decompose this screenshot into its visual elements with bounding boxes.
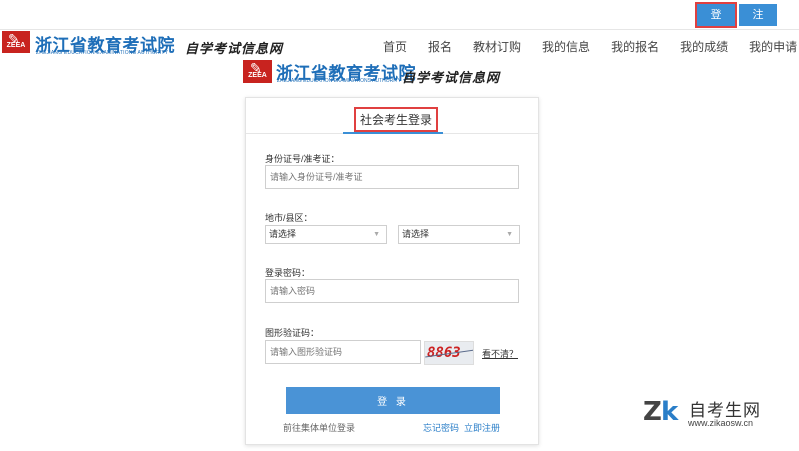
watermark-logo-z: Z — [643, 397, 662, 427]
tab-public-login[interactable]: 社会考生登录 — [354, 107, 439, 132]
nav-item-my-scores[interactable]: 我的成绩 — [680, 38, 728, 55]
id-label: 身份证号/准考证： — [265, 154, 340, 164]
login-card: 社会考生登录 身份证号/准考证： 地市/县区： 请选择 ▼ 请选择 ▼ 登录密码… — [245, 97, 539, 445]
refresh-captcha-link[interactable]: 看不清？ — [482, 347, 518, 360]
city-select-value: 请选择 — [269, 229, 297, 239]
top-register-button[interactable]: 注册 — [739, 4, 777, 43]
captcha-image[interactable]: 8863 — [424, 341, 474, 365]
nav-item-apply[interactable]: 报名 — [428, 38, 452, 55]
brand-english: ZHEJIANG EDUCATION EXAMINATIONS AUTHORIT… — [36, 50, 169, 56]
site-subtitle: 自学考试信息网 — [185, 41, 284, 56]
nav-item-my-info[interactable]: 我的信息 — [542, 38, 590, 55]
banner-logo-swoosh-icon: ✎ — [250, 60, 262, 76]
forgot-password-link[interactable]: 忘记密码 — [423, 421, 459, 434]
top-bar: 登录 注册 — [0, 0, 799, 43]
banner-brand-english: ZHEJIANG EDUCATION EXAMINATIONS AUTHORIT… — [277, 78, 401, 84]
password-input[interactable] — [265, 279, 519, 303]
nav-item-home[interactable]: 首页 — [383, 38, 407, 55]
city-select[interactable]: 请选择 ▼ — [265, 225, 387, 244]
county-select[interactable]: 请选择 ▼ — [398, 225, 520, 244]
watermark-url: www.zikaosw.cn — [688, 418, 754, 428]
captcha-input[interactable] — [265, 340, 421, 364]
nav-item-textbooks[interactable]: 教材订购 — [473, 38, 521, 55]
watermark: Z k 自考生网 www.zikaosw.cn — [643, 395, 793, 435]
login-submit-button[interactable]: 登 录 — [286, 387, 500, 414]
id-input[interactable] — [265, 165, 519, 189]
group-login-link[interactable]: 前往集体单位登录 — [283, 421, 355, 434]
banner-logo-icon: ✎ ZEEA — [243, 60, 272, 83]
password-label: 登录密码： — [265, 268, 311, 278]
region-label: 地市/县区： — [265, 213, 313, 223]
logo-icon[interactable]: ✎ ZEEA — [2, 31, 30, 53]
watermark-logo-k: k — [661, 397, 679, 427]
tab-active-indicator — [343, 132, 443, 134]
nav-item-my-applications[interactable]: 我的申请 — [749, 38, 797, 55]
banner-subtitle: 自学考试信息网 — [402, 70, 501, 85]
nav-item-my-registration[interactable]: 我的报名 — [611, 38, 659, 55]
chevron-down-icon: ▼ — [373, 231, 380, 238]
logo-swoosh-icon: ✎ — [8, 31, 20, 47]
county-select-value: 请选择 — [402, 229, 430, 239]
main-nav: 首页 报名 教材订购 我的信息 我的报名 我的成绩 我的申请 — [383, 38, 799, 55]
chevron-down-icon: ▼ — [506, 231, 513, 238]
register-now-link[interactable]: 立即注册 — [464, 421, 500, 434]
top-login-button[interactable]: 登录 — [695, 2, 737, 43]
captcha-label: 图形验证码： — [265, 328, 320, 338]
